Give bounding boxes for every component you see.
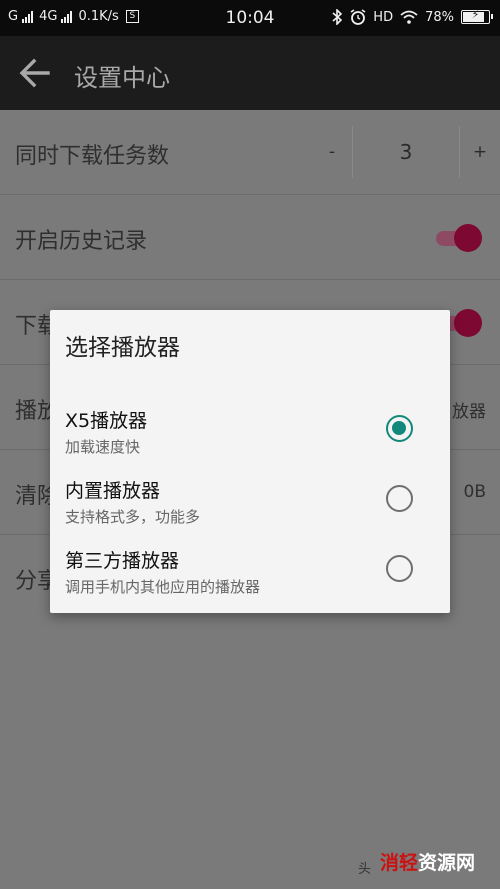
hd-label: HD [373,9,394,25]
app-bar: 设置中心 [0,36,500,110]
page-title: 设置中心 [74,64,170,92]
player-option-builtin[interactable]: 内置播放器 支持格式多，功能多 [50,476,450,544]
battery-percent: 78% [425,9,454,25]
watermark-logo-red: 消轻 [380,852,419,874]
player-option-x5[interactable]: X5播放器 加载速度快 [50,406,450,474]
increment-button[interactable]: + [460,126,500,178]
history-toggle[interactable] [436,224,482,252]
decrement-button[interactable]: - [312,126,352,178]
status-bar: G 4G 0.1K/s S 10:04 HD 78% ⚡ [0,0,500,36]
option-subtitle: 加载速度快 [65,438,141,456]
status-right: HD 78% ⚡ [332,8,493,25]
watermark-small-text: 头 [358,862,372,877]
dialog-title: 选择播放器 [65,335,180,361]
stepper-value: 3 [352,126,460,178]
setting-row-download-tasks: 同时下载任务数 - 3 + [0,110,500,195]
watermark-logo-white: 资源网 [418,852,476,874]
option-subtitle: 支持格式多，功能多 [65,508,201,526]
option-title: X5播放器 [65,410,148,432]
setting-value: 放器 [452,402,486,422]
setting-label: 同时下载任务数 [15,144,170,169]
option-subtitle: 调用手机内其他应用的播放器 [65,578,261,596]
radio-button[interactable] [386,555,413,582]
option-title: 内置播放器 [65,480,161,502]
bluetooth-icon [332,9,343,25]
alarm-icon [350,9,366,25]
setting-label: 开启历史记录 [15,229,148,254]
arrow-left-icon[interactable] [18,56,52,90]
download-tasks-stepper: - 3 + [312,126,500,178]
setting-value: 0B [463,482,486,502]
watermark-logo: 消轻资源网 [380,848,475,875]
option-title: 第三方播放器 [65,550,180,572]
radio-button-selected[interactable] [386,415,413,442]
wifi-icon [400,10,418,24]
player-option-third-party[interactable]: 第三方播放器 调用手机内其他应用的播放器 [50,546,450,614]
setting-row-history[interactable]: 开启历史记录 [0,195,500,280]
select-player-dialog: 选择播放器 X5播放器 加载速度快 内置播放器 支持格式多，功能多 第三方播放器… [50,310,450,613]
battery-icon: ⚡ [461,8,493,24]
radio-button[interactable] [386,485,413,512]
